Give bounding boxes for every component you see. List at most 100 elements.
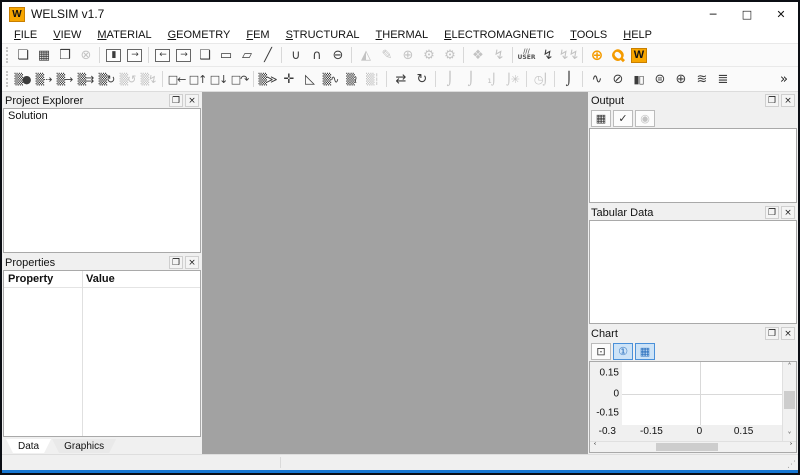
close-project-button[interactable]: ⊗: [75, 46, 96, 65]
mesh-inspect-button[interactable]: ⊕: [397, 46, 418, 65]
view-prev-button[interactable]: ←: [155, 48, 170, 62]
clear-output-button[interactable]: ✓: [613, 109, 633, 127]
export-button[interactable]: →: [127, 48, 142, 62]
tab-data[interactable]: Data: [6, 439, 51, 453]
translate-z-button[interactable]: □↓: [208, 70, 229, 89]
pressure-load-button[interactable]: ▒⇉: [75, 70, 96, 89]
mesh-clean-button[interactable]: ✎: [376, 46, 397, 65]
import-loads-button[interactable]: ⇄: [390, 70, 411, 89]
chart-fit-button[interactable]: ⊡: [591, 342, 611, 360]
close-panel-icon[interactable]: ×: [185, 256, 199, 269]
save-button[interactable]: ▦: [33, 46, 54, 65]
compression-support-button[interactable]: ▒≀: [341, 70, 362, 89]
magnetic-disc-button[interactable]: ⊘: [607, 70, 628, 89]
horizontal-scroll-thumb[interactable]: [655, 443, 718, 451]
conductor-sphere-button[interactable]: ⊜: [649, 70, 670, 89]
line-button[interactable]: ╱: [257, 46, 278, 65]
frictionless-support-button[interactable]: ◺: [299, 70, 320, 89]
tab-graphics[interactable]: Graphics: [52, 439, 116, 453]
import-button[interactable]: ▮: [106, 48, 121, 62]
minimize-button[interactable]: ─: [696, 2, 730, 26]
menu-thermal[interactable]: THERMAL: [368, 29, 437, 41]
open-button[interactable]: ❒: [54, 46, 75, 65]
welsim-logo-button[interactable]: W: [631, 47, 647, 63]
rotation-button[interactable]: ▒↻: [96, 70, 117, 89]
radiation-button[interactable]: ⌡✳: [502, 70, 523, 89]
mesh-generate-button[interactable]: ◭: [355, 46, 376, 65]
remote-displacement-button[interactable]: ▒┆: [362, 70, 383, 89]
thermal-condition-button[interactable]: ⌡: [558, 70, 579, 89]
new-file-button[interactable]: ❏: [12, 46, 33, 65]
translate-x-button[interactable]: □←: [166, 70, 187, 89]
layers-button[interactable]: ❖: [467, 46, 488, 65]
menu-structural[interactable]: STRUCTURAL: [278, 29, 368, 41]
transient-thermal-button[interactable]: ◷⌡: [530, 70, 551, 89]
close-panel-icon[interactable]: ×: [781, 94, 795, 107]
plot-canvas[interactable]: [622, 362, 782, 425]
toolbar-overflow-button[interactable]: »: [773, 70, 794, 89]
bool-union-button[interactable]: ∪: [285, 46, 306, 65]
run-all-button[interactable]: ↯↯: [558, 46, 580, 65]
moment-button[interactable]: ▒↯: [138, 70, 159, 89]
rotate-body-button[interactable]: □↷: [229, 70, 250, 89]
save-output-button[interactable]: ▦: [591, 109, 611, 127]
scroll-right-icon[interactable]: ˃: [786, 442, 796, 452]
fixed-support-button[interactable]: ▒●: [12, 70, 33, 89]
output-log-area[interactable]: [589, 128, 797, 203]
menu-help[interactable]: HELP: [615, 29, 660, 41]
solid-box-button[interactable]: ❑: [194, 46, 215, 65]
menu-file[interactable]: FILE: [6, 29, 45, 41]
mesh-quality-button[interactable]: ⚙: [439, 46, 460, 65]
node-force-button[interactable]: ✛: [278, 70, 299, 89]
stop-button[interactable]: ◉: [635, 109, 655, 127]
search-button[interactable]: Ϙ: [603, 44, 631, 66]
float-panel-icon[interactable]: ❐: [765, 94, 779, 107]
menu-view[interactable]: VIEW: [45, 29, 89, 41]
close-panel-icon[interactable]: ×: [781, 206, 795, 219]
chart-points-button[interactable]: ①: [613, 342, 633, 360]
vertical-scroll-thumb[interactable]: [784, 391, 795, 409]
chart-vertical-scrollbar[interactable]: ˄ ˅: [782, 362, 796, 441]
resize-grip[interactable]: ⋰: [787, 460, 796, 470]
mesh-sphere-button[interactable]: ⊕: [670, 70, 691, 89]
float-panel-icon[interactable]: ❐: [169, 256, 183, 269]
float-panel-icon[interactable]: ❐: [169, 94, 183, 107]
tree-item-solution[interactable]: Solution: [4, 109, 200, 123]
menu-tools[interactable]: TOOLS: [562, 29, 615, 41]
antenna-button[interactable]: ≋: [691, 70, 712, 89]
run-analysis-button[interactable]: ↯: [537, 46, 558, 65]
distributed-load-button[interactable]: ▒≫: [257, 70, 278, 89]
capacitor-button[interactable]: ▮▯: [628, 70, 649, 89]
float-panel-icon[interactable]: ❐: [765, 327, 779, 340]
rotational-velocity-button[interactable]: ▒↺: [117, 70, 138, 89]
chart-horizontal-scrollbar[interactable]: ˂ ˃: [590, 441, 796, 452]
3d-viewport[interactable]: [202, 92, 588, 454]
scroll-up-icon[interactable]: ˄: [785, 362, 795, 372]
menu-geometry[interactable]: GEOMETRY: [160, 29, 239, 41]
transformer-button[interactable]: ≣: [712, 70, 733, 89]
chart-grid-button[interactable]: ▦: [635, 342, 655, 360]
menu-fem[interactable]: FEM: [238, 29, 277, 41]
menu-electromagnetic[interactable]: ELECTROMAGNETIC: [436, 29, 562, 41]
scroll-left-icon[interactable]: ˂: [590, 442, 600, 452]
displacement-button[interactable]: ▒⇢: [33, 70, 54, 89]
scroll-down-icon[interactable]: ˅: [785, 431, 795, 441]
view-next-button[interactable]: →: [176, 48, 191, 62]
temperature-button[interactable]: ⌡: [439, 70, 460, 89]
tabular-data-area[interactable]: [589, 220, 797, 324]
bool-subtract-button[interactable]: ⊖: [327, 46, 348, 65]
close-panel-icon[interactable]: ×: [185, 94, 199, 107]
coil-conductor-button[interactable]: ∿: [586, 70, 607, 89]
close-panel-icon[interactable]: ×: [781, 327, 795, 340]
bool-intersect-button[interactable]: ∩: [306, 46, 327, 65]
solve-button[interactable]: ↯: [488, 46, 509, 65]
refresh-button[interactable]: ↻: [411, 70, 432, 89]
close-button[interactable]: ✕: [764, 2, 798, 26]
maximize-button[interactable]: □: [730, 2, 764, 26]
translate-y-button[interactable]: □↑: [187, 70, 208, 89]
force-button[interactable]: ▒→: [54, 70, 75, 89]
eraser-button[interactable]: ▭: [215, 46, 236, 65]
float-panel-icon[interactable]: ❐: [765, 206, 779, 219]
temperature-node-button[interactable]: ₁⌡: [481, 70, 502, 89]
menu-material[interactable]: MATERIAL: [89, 29, 159, 41]
